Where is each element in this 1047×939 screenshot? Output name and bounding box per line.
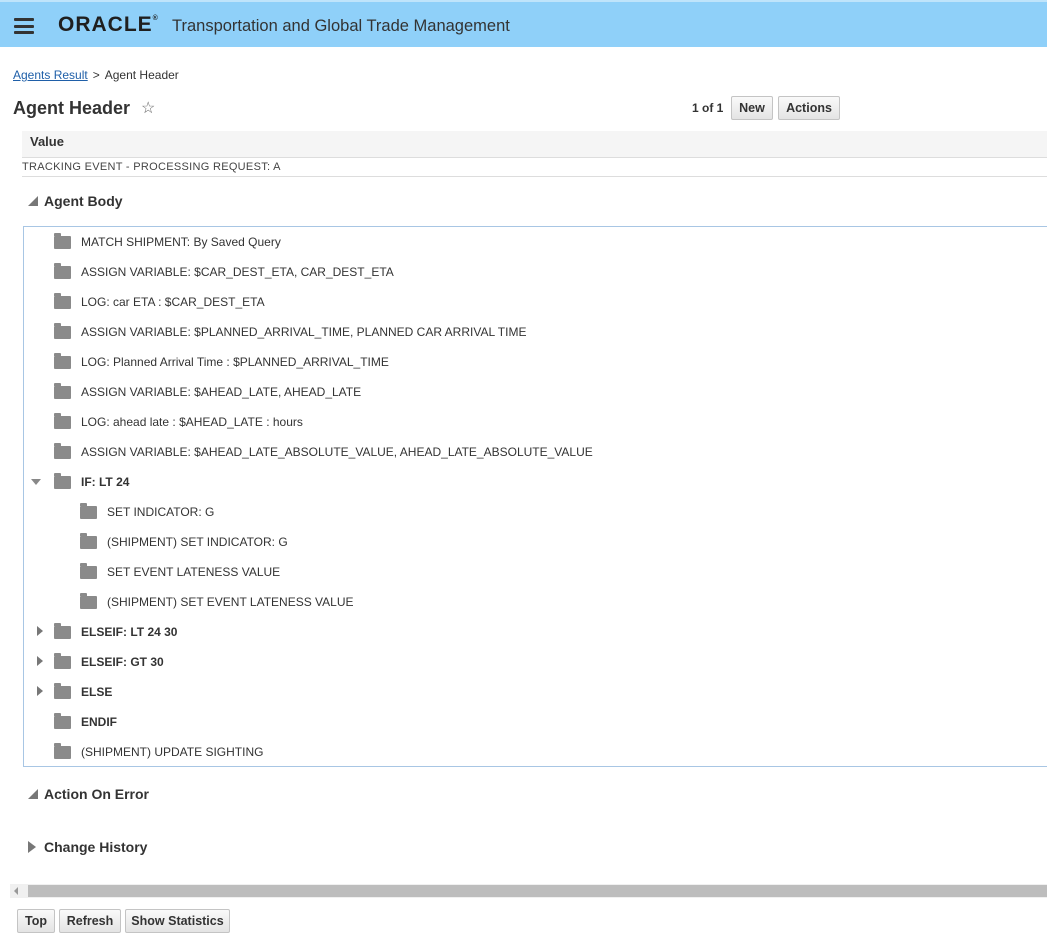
breadcrumb-separator: > [92, 68, 100, 82]
folder-icon [80, 592, 97, 609]
folder-icon [80, 562, 97, 579]
page-title: Agent Header [13, 98, 131, 118]
collapse-triangle-icon [28, 196, 38, 206]
tree-item[interactable]: SET EVENT LATENESS VALUE [80, 557, 280, 587]
folder-icon [54, 682, 71, 699]
folder-icon [54, 352, 71, 369]
pager-text: 1 of 1 [692, 101, 724, 115]
tree-item[interactable]: (SHIPMENT) UPDATE SIGHTING [54, 737, 263, 767]
agent-body-section-toggle[interactable]: Agent Body [28, 193, 123, 209]
folder-icon [54, 262, 71, 279]
action-on-error-section-toggle[interactable]: Action On Error [28, 786, 149, 802]
breadcrumb-current: Agent Header [104, 68, 179, 82]
folder-icon [54, 292, 71, 309]
collapsed-triangle-icon[interactable] [37, 686, 43, 696]
folder-icon [54, 442, 71, 459]
tree-item-else[interactable]: ELSE [54, 677, 112, 707]
menu-icon[interactable] [14, 18, 34, 34]
top-button[interactable]: Top [17, 909, 55, 933]
folder-icon [54, 322, 71, 339]
show-statistics-button[interactable]: Show Statistics [125, 909, 230, 933]
value-table-row: TRACKING EVENT - PROCESSING REQUEST: A [22, 158, 1047, 177]
tree-item[interactable]: LOG: ahead late : $AHEAD_LATE : hours [54, 407, 303, 437]
agent-body-tree: MATCH SHIPMENT: By Saved Query ASSIGN VA… [23, 226, 1047, 767]
tree-item[interactable]: (SHIPMENT) SET INDICATOR: G [80, 527, 288, 557]
value-column-header: Value [22, 131, 1047, 158]
new-button[interactable]: New [731, 96, 773, 120]
tree-item-if[interactable]: IF: LT 24 [54, 467, 129, 497]
scroll-left-arrow-icon[interactable] [14, 887, 18, 895]
breadcrumb: Agents Result > Agent Header [13, 68, 179, 82]
collapsed-triangle-icon[interactable] [37, 626, 43, 636]
expanded-triangle-icon[interactable] [31, 479, 41, 485]
tree-item[interactable]: ASSIGN VARIABLE: $AHEAD_LATE_ABSOLUTE_VA… [54, 437, 593, 467]
tree-item[interactable]: ASSIGN VARIABLE: $CAR_DEST_ETA, CAR_DEST… [54, 257, 394, 287]
tree-item-elseif[interactable]: ELSEIF: GT 30 [54, 647, 164, 677]
tree-item[interactable]: (SHIPMENT) SET EVENT LATENESS VALUE [80, 587, 354, 617]
collapsed-triangle-icon[interactable] [37, 656, 43, 666]
favorite-star-icon[interactable]: ☆ [141, 98, 155, 118]
breadcrumb-agents-result-link[interactable]: Agents Result [13, 68, 88, 82]
tree-item[interactable]: SET INDICATOR: G [80, 497, 214, 527]
tree-item[interactable]: LOG: car ETA : $CAR_DEST_ETA [54, 287, 265, 317]
horizontal-scrollbar[interactable] [10, 884, 1047, 898]
tree-item-elseif[interactable]: ELSEIF: LT 24 30 [54, 617, 177, 647]
actions-button[interactable]: Actions [778, 96, 840, 120]
tree-item[interactable]: ASSIGN VARIABLE: $AHEAD_LATE, AHEAD_LATE [54, 377, 361, 407]
agent-body-title: Agent Body [44, 193, 123, 209]
folder-icon [54, 412, 71, 429]
folder-icon [54, 622, 71, 639]
folder-icon [54, 712, 71, 729]
folder-icon [54, 742, 71, 759]
refresh-button[interactable]: Refresh [59, 909, 121, 933]
change-history-title: Change History [44, 839, 148, 855]
tree-item-endif[interactable]: ENDIF [54, 707, 117, 737]
folder-icon [80, 532, 97, 549]
app-title: Transportation and Global Trade Manageme… [172, 17, 510, 35]
app-header-bar: ORACLE® Transportation and Global Trade … [0, 0, 1047, 47]
scrollbar-thumb[interactable] [28, 885, 1047, 897]
folder-icon [54, 382, 71, 399]
folder-icon [80, 502, 97, 519]
collapse-triangle-icon [28, 789, 38, 799]
tree-item[interactable]: LOG: Planned Arrival Time : $PLANNED_ARR… [54, 347, 389, 377]
tree-item[interactable]: ASSIGN VARIABLE: $PLANNED_ARRIVAL_TIME, … [54, 317, 526, 347]
folder-icon [54, 652, 71, 669]
tree-item[interactable]: MATCH SHIPMENT: By Saved Query [54, 227, 281, 257]
change-history-section-toggle[interactable]: Change History [28, 839, 147, 855]
folder-icon [54, 472, 71, 489]
oracle-logo: ORACLE® [58, 13, 159, 36]
expand-triangle-icon [28, 841, 36, 853]
folder-icon [54, 232, 71, 249]
action-on-error-title: Action On Error [44, 786, 150, 802]
